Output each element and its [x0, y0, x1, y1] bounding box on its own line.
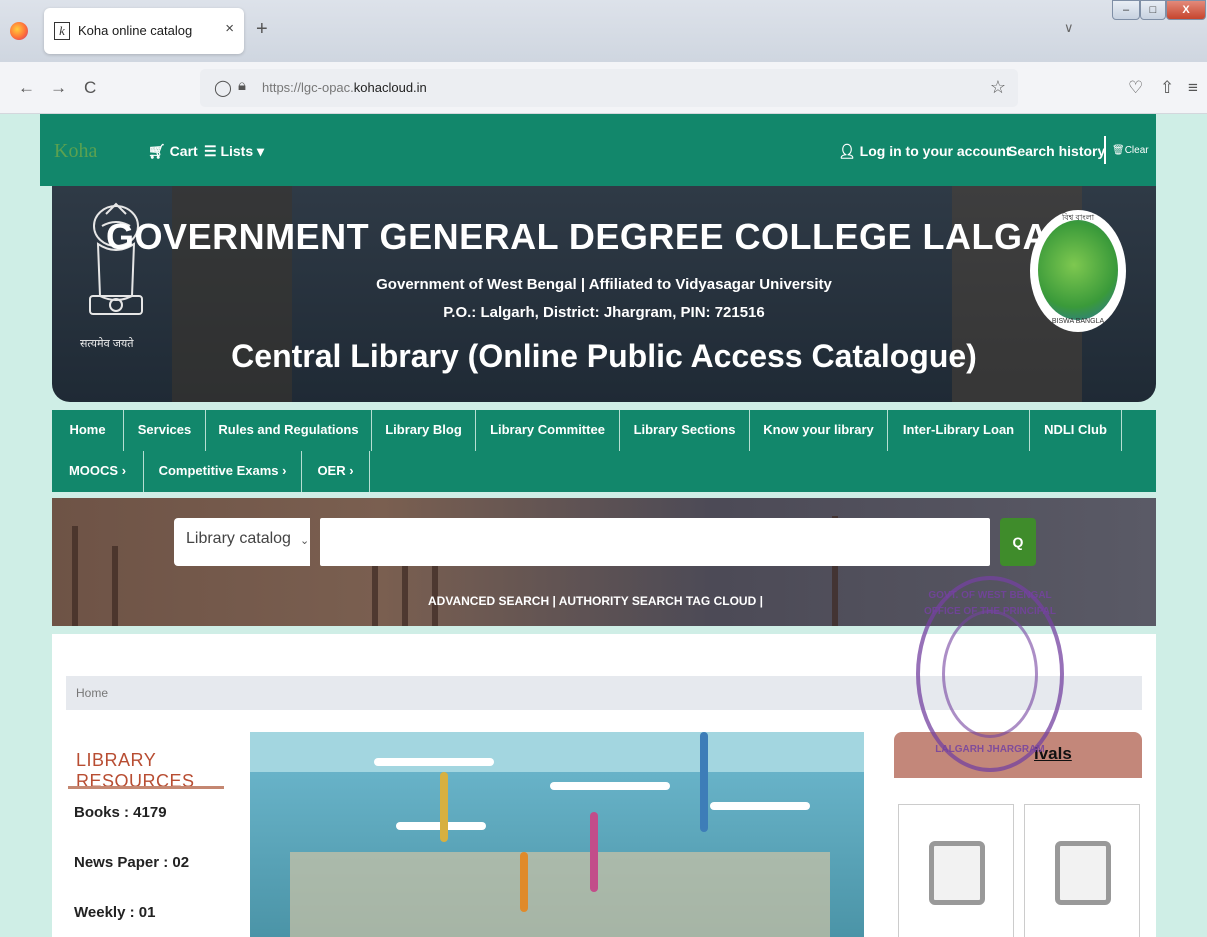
browser-tab[interactable]: k Koha online catalog × [44, 8, 244, 54]
minimize-button[interactable]: – [1112, 0, 1140, 20]
divider [1104, 136, 1106, 164]
divider [68, 786, 224, 789]
back-icon[interactable]: ← [18, 78, 35, 98]
logo-bottom-text: BISWA BANGLA [1051, 318, 1105, 325]
reload-icon[interactable]: C [84, 78, 96, 98]
globe-icon [1038, 220, 1118, 320]
cart-link[interactable]: 🛒︎ Cart [148, 143, 198, 160]
url-text[interactable]: https://lgc-opac.kohacloud.in [262, 80, 427, 95]
search-input[interactable] [320, 518, 990, 566]
college-title: GOVERNMENT GENERAL DEGREE COLLEGE LALGAR… [106, 216, 1102, 257]
nav-library-sections[interactable]: Library Sections [620, 410, 750, 451]
nav-oer[interactable]: OER › [302, 451, 370, 492]
login-link[interactable]: 👤︎ Log in to your account [838, 143, 1011, 160]
window-controls: – □ X [1112, 0, 1206, 26]
stamp-text: LALGARH JHARGRAM [935, 744, 1045, 755]
stamp-emblem [942, 610, 1038, 738]
koha-favicon-icon: k [54, 22, 70, 40]
lists-menu[interactable]: ☰ Lists ▾ [204, 143, 264, 160]
book-cover-thumbnail[interactable] [1024, 804, 1140, 937]
stat-newspaper: News Paper : 02 [74, 854, 190, 871]
nav-inter-library-loan[interactable]: Inter-Library Loan [888, 410, 1030, 451]
address-bar[interactable]: ◯ 🔒︎ https://lgc-opac.kohacloud.in ☆ [200, 69, 1018, 107]
search-history-link[interactable]: Search history [1008, 143, 1105, 159]
list-tabs-icon[interactable]: ∨ [1064, 20, 1074, 36]
tab-close-icon[interactable]: × [225, 20, 234, 37]
stamp-text: GOVT. OF WEST BENGAL [928, 590, 1052, 601]
nav-ndli-club[interactable]: NDLI Club [1030, 410, 1122, 451]
close-window-button[interactable]: X [1166, 0, 1206, 20]
bookshelf [432, 556, 438, 626]
nav-services[interactable]: Services [124, 410, 206, 451]
nav-rules[interactable]: Rules and Regulations [206, 410, 372, 451]
main-nav: Home Services Rules and Regulations Libr… [52, 410, 1156, 492]
browser-nav-bar: ← → C ◯ 🔒︎ https://lgc-opac.kohacloud.in… [0, 62, 1207, 114]
college-affiliation: Government of West Bengal | Affiliated t… [376, 276, 832, 293]
bookshelf [72, 526, 78, 626]
share-icon[interactable]: ⇧ [1160, 78, 1174, 98]
nav-competitive-exams[interactable]: Competitive Exams › [144, 451, 302, 492]
user-icon: 👤︎ [838, 143, 860, 159]
stamp-text: OFFICE OF THE PRINCIPAL [923, 606, 1057, 617]
photo-decoration [590, 812, 598, 892]
college-banner: सत्यमेव जयते GOVERNMENT GENERAL DEGREE C… [52, 186, 1156, 402]
browser-tab-bar: k Koha online catalog × + ∨ – □ X [0, 0, 1207, 62]
photo-ceiling [250, 732, 864, 772]
biswa-bangla-logo: বিশ্ব বাংলা BISWA BANGLA [1030, 210, 1126, 332]
nav-library-blog[interactable]: Library Blog [372, 410, 476, 451]
photo-light [374, 758, 494, 766]
search-scope-select[interactable]: Library catalog [174, 518, 310, 566]
photo-light [550, 782, 670, 790]
nav-library-committee[interactable]: Library Committee [476, 410, 620, 451]
photo-decoration [520, 852, 528, 912]
firefox-logo-icon [10, 22, 28, 40]
clear-history-link[interactable]: 🗑︎Clear [1112, 145, 1149, 156]
list-icon: ☰ [204, 143, 221, 159]
photo-light [710, 802, 810, 810]
stat-books: Books : 4179 [74, 804, 167, 821]
nav-know-your-library[interactable]: Know your library [750, 410, 888, 451]
app-menu-icon[interactable]: ≡ [1188, 78, 1198, 98]
pocket-icon[interactable]: ♡ [1128, 78, 1143, 98]
lock-icon[interactable]: 🔒︎ [238, 77, 246, 94]
library-title: Central Library (Online Public Access Ca… [231, 338, 977, 374]
photo-decoration [440, 772, 448, 842]
opac-top-nav: Koha 🛒︎ Cart ☰ Lists ▾ 👤︎ Log in to your… [40, 114, 1156, 186]
forward-icon[interactable]: → [50, 78, 67, 98]
principal-seal-stamp: GOVT. OF WEST BENGAL OFFICE OF THE PRINC… [916, 576, 1064, 772]
caret-down-icon: ▾ [253, 143, 265, 159]
nav-moocs[interactable]: MOOCS › [52, 451, 144, 492]
cart-icon: 🛒︎ [148, 143, 170, 159]
opac-page: Koha 🛒︎ Cart ☰ Lists ▾ 👤︎ Log in to your… [40, 114, 1156, 937]
search-button[interactable]: Q [1000, 518, 1036, 566]
library-photo-slideshow[interactable] [250, 732, 864, 937]
new-tab-button[interactable]: + [256, 18, 268, 41]
book-cover-thumbnail[interactable] [898, 804, 1014, 937]
trash-icon: 🗑︎ [1112, 145, 1125, 156]
search-sublinks[interactable]: ADVANCED SEARCH | AUTHORITY SEARCH TAG C… [428, 594, 763, 608]
maximize-button[interactable]: □ [1140, 0, 1166, 20]
bookshelf [112, 546, 118, 626]
photo-wall [290, 852, 830, 937]
library-resources-card: LIBRARY RESOURCES [68, 730, 224, 791]
bookshelf [402, 556, 408, 626]
bookmark-star-icon[interactable]: ☆ [990, 77, 1006, 98]
chevron-down-icon: ⌄ [300, 535, 310, 547]
tracking-shield-icon[interactable]: ◯ [214, 78, 232, 98]
college-address: P.O.: Lalgarh, District: Jhargram, PIN: … [443, 304, 765, 321]
logo-top-text: বিশ্ব বাংলা [1061, 213, 1095, 222]
stat-weekly: Weekly : 01 [74, 904, 156, 921]
photo-decoration [700, 732, 708, 832]
koha-logo[interactable]: Koha [54, 140, 97, 163]
image-placeholder-icon [929, 841, 985, 905]
bookshelf [372, 556, 378, 626]
image-placeholder-icon [1055, 841, 1111, 905]
nav-home[interactable]: Home [52, 410, 124, 451]
tab-title: Koha online catalog [78, 23, 193, 38]
